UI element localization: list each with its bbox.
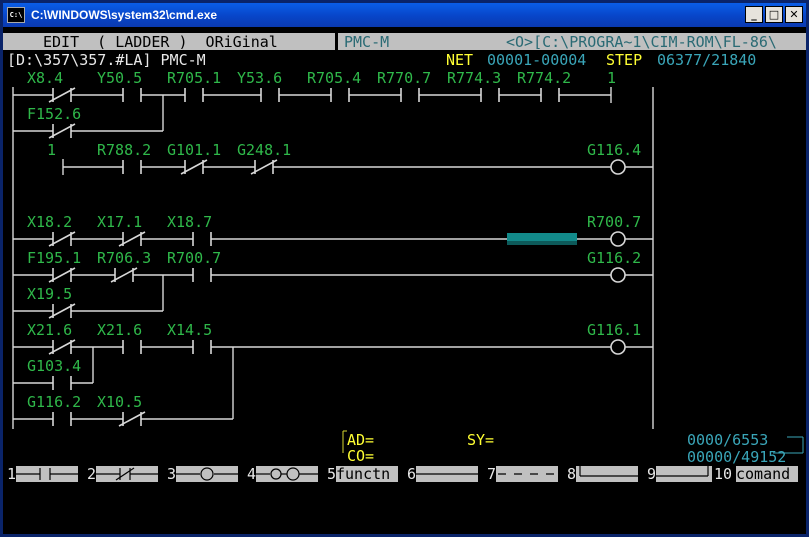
fkey-7-num: 7 <box>487 465 497 483</box>
fkey-2-nc-contact[interactable] <box>96 466 158 482</box>
label-g116-1: G116.1 <box>587 321 641 339</box>
label-f152-6: F152.6 <box>27 105 81 123</box>
nc-contact-13[interactable] <box>48 231 76 247</box>
console-window: C:\ C:\WINDOWS\system32\cmd.exe _ □ ✕ ED… <box>0 0 809 537</box>
co-label: CO= <box>347 447 375 465</box>
label-r700-7: R700.7 <box>587 213 641 231</box>
fkey-4-double-coil[interactable] <box>256 466 318 482</box>
nc-contact-19[interactable] <box>48 303 76 319</box>
no-contact-6[interactable] <box>400 88 420 102</box>
no-contact-8[interactable] <box>540 88 560 102</box>
no-contact-23[interactable] <box>52 376 72 390</box>
fkey-2-num: 2 <box>87 465 97 483</box>
label-f195-1: F195.1 <box>27 249 81 267</box>
nc-contact-17[interactable] <box>110 267 138 283</box>
title-bar[interactable]: C:\ C:\WINDOWS\system32\cmd.exe _ □ ✕ <box>3 3 806 27</box>
label-y50-5: Y50.5 <box>97 69 142 87</box>
label-coil-1: 1 <box>607 69 616 87</box>
fkey-1-no-contact[interactable] <box>16 466 78 482</box>
no-contact-2[interactable] <box>122 88 142 102</box>
no-contact-24[interactable] <box>52 412 72 426</box>
label-x18-7: X18.7 <box>167 213 212 231</box>
label-y53-6: Y53.6 <box>237 69 282 87</box>
coil-g116-2 <box>610 267 626 283</box>
label-g103-4: G103.4 <box>27 357 81 375</box>
label-g116-4: G116.4 <box>587 141 641 159</box>
counter-2: 00000/49152 <box>687 448 787 466</box>
no-contact-3[interactable] <box>184 88 204 102</box>
fkey-5-functn[interactable]: functn <box>336 466 398 482</box>
fkey-7-dashed-line[interactable] <box>496 466 558 482</box>
label-x21-6b: X21.6 <box>97 321 142 339</box>
fkey-6-horizontal-line[interactable] <box>416 466 478 482</box>
nc-contact-25[interactable] <box>118 411 146 427</box>
nc-contact-9[interactable] <box>48 123 76 139</box>
fkey-6-num: 6 <box>407 465 417 483</box>
info-bracket <box>342 430 804 454</box>
coil-g116-1 <box>610 339 626 355</box>
no-contact-22[interactable] <box>192 340 212 354</box>
label-r770-7: R770.7 <box>377 69 431 87</box>
label-r774-3: R774.3 <box>447 69 501 87</box>
fkey-9-num: 9 <box>647 465 657 483</box>
console-area[interactable]: EDIT ( LADDER ) ORiGinal PMC-M <O>[C:\PR… <box>3 27 806 534</box>
sy-label: SY= <box>467 431 495 449</box>
nc-contact-11[interactable] <box>180 159 208 175</box>
close-button[interactable]: ✕ <box>785 6 803 23</box>
fkey-5-num: 5 <box>327 465 337 483</box>
counter-1: 0000/6553 <box>687 431 769 449</box>
nc-contact-14[interactable] <box>118 231 146 247</box>
label-x10-5: X10.5 <box>97 393 142 411</box>
nc-contact-12[interactable] <box>250 159 278 175</box>
no-contact-7[interactable] <box>480 88 500 102</box>
fkey-8-num: 8 <box>567 465 577 483</box>
no-contact-18[interactable] <box>192 268 212 282</box>
nc-contact-20[interactable] <box>48 339 76 355</box>
fkey-3-num: 3 <box>167 465 177 483</box>
no-contact-15[interactable] <box>192 232 212 246</box>
no-contact-21[interactable] <box>122 340 142 354</box>
label-g116-2: G116.2 <box>587 249 641 267</box>
coil-g116-4 <box>610 159 626 175</box>
label-r774-2: R774.2 <box>517 69 571 87</box>
no-contact-5[interactable] <box>330 88 350 102</box>
ladder-diagram[interactable]: X8.4 Y50.5 R705.1 Y53.6 R705.4 R770.7 R7… <box>3 27 806 432</box>
label-g101-1: G101.1 <box>167 141 221 159</box>
fkey-1-num: 1 <box>7 465 17 483</box>
label-r706-3: R706.3 <box>97 249 151 267</box>
minimize-button[interactable]: _ <box>745 6 763 23</box>
label-r700-7b: R700.7 <box>167 249 221 267</box>
no-contact-4[interactable] <box>260 88 280 102</box>
label-g116-2b: G116.2 <box>27 393 81 411</box>
function-key-bar: 1 2 3 4 5 functn 6 7 8 9 10 comand <box>3 465 806 483</box>
fkey-10-num: 10 <box>714 465 733 483</box>
fkey-8-left-branch[interactable] <box>576 466 638 482</box>
label-x14-5: X14.5 <box>167 321 212 339</box>
label-rung2-1: 1 <box>47 141 56 159</box>
nc-contact-16[interactable] <box>48 267 76 283</box>
label-x8-4: X8.4 <box>27 69 63 87</box>
label-x21-6: X21.6 <box>27 321 72 339</box>
fkey-3-coil[interactable] <box>176 466 238 482</box>
label-g248-1: G248.1 <box>237 141 291 159</box>
fkey-10-comand[interactable]: comand <box>736 466 798 482</box>
label-r705-4: R705.4 <box>307 69 361 87</box>
label-r705-1: R705.1 <box>167 69 221 87</box>
cmd-icon: C:\ <box>7 7 25 23</box>
window-title: C:\WINDOWS\system32\cmd.exe <box>31 8 218 22</box>
nc-contact-1[interactable] <box>48 87 76 103</box>
label-x18-2: X18.2 <box>27 213 72 231</box>
label-r788-2: R788.2 <box>97 141 151 159</box>
maximize-button[interactable]: □ <box>765 6 783 23</box>
no-contact-10[interactable] <box>122 160 142 174</box>
fkey-9-right-branch[interactable] <box>656 466 712 482</box>
coil-r700-7 <box>610 231 626 247</box>
label-x19-5: X19.5 <box>27 285 72 303</box>
label-x17-1: X17.1 <box>97 213 142 231</box>
fkey-4-num: 4 <box>247 465 257 483</box>
